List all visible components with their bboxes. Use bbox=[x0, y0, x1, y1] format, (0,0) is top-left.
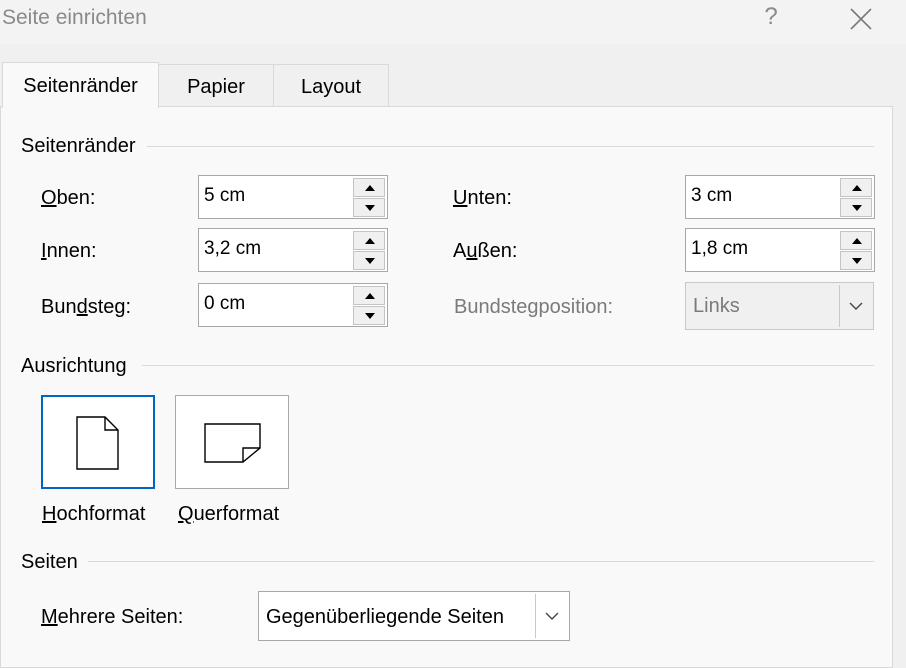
arrow-up-icon bbox=[365, 238, 375, 244]
arrow-up-icon bbox=[365, 185, 375, 191]
arrow-up-icon bbox=[852, 185, 862, 191]
multiple-pages-label: Mehrere Seiten: bbox=[41, 606, 184, 628]
top-margin-spinner[interactable]: 5 cm bbox=[198, 175, 388, 219]
inside-margin-value: 3,2 cm bbox=[204, 238, 262, 259]
bottom-margin-value: 3 cm bbox=[691, 185, 733, 206]
gutter-position-label: Bundstegposition: bbox=[454, 296, 614, 318]
pages-group-label: Seiten bbox=[21, 551, 78, 573]
outside-margin-label: Außen: bbox=[453, 240, 518, 262]
portrait-page-icon bbox=[76, 416, 119, 470]
tab-papier[interactable]: Papier bbox=[158, 64, 274, 108]
chevron-down-icon bbox=[849, 302, 863, 310]
inside-margin-label: Innen: bbox=[41, 240, 97, 262]
arrow-down-icon bbox=[365, 313, 375, 319]
top-margin-value: 5 cm bbox=[204, 185, 246, 206]
gutter-position-value: Links bbox=[693, 295, 740, 317]
help-button[interactable]: ? bbox=[756, 2, 786, 36]
gutter-position-dropdown: Links bbox=[685, 282, 874, 330]
close-icon bbox=[850, 8, 872, 30]
margins-divider bbox=[147, 146, 874, 147]
multiple-pages-dropdown[interactable]: Gegenüberliegende Seiten bbox=[258, 591, 570, 641]
arrow-down-icon bbox=[365, 205, 375, 211]
dialog-title: Seite einrichten bbox=[2, 6, 147, 29]
orientation-group-label: Ausrichtung bbox=[21, 355, 127, 377]
bottom-margin-label: Unten: bbox=[453, 187, 512, 209]
landscape-button[interactable] bbox=[175, 395, 289, 489]
top-margin-increment[interactable] bbox=[353, 178, 385, 197]
arrow-down-icon bbox=[365, 258, 375, 264]
multiple-pages-dropdown-button[interactable] bbox=[535, 594, 567, 638]
top-margin-label: Oben: bbox=[41, 187, 96, 209]
inside-margin-spinner[interactable]: 3,2 cm bbox=[198, 228, 388, 272]
bottom-margin-spinner[interactable]: 3 cm bbox=[685, 175, 875, 219]
top-margin-decrement[interactable] bbox=[353, 198, 385, 217]
multiple-pages-value: Gegenüberliegende Seiten bbox=[266, 606, 504, 628]
close-button[interactable] bbox=[845, 3, 877, 35]
arrow-down-icon bbox=[852, 205, 862, 211]
arrow-down-icon bbox=[852, 258, 862, 264]
bottom-margin-increment[interactable] bbox=[840, 178, 872, 197]
margins-group-label: Seitenränder bbox=[21, 135, 136, 157]
chevron-down-icon bbox=[545, 612, 559, 620]
portrait-label: Hochformat bbox=[42, 503, 146, 525]
pages-divider bbox=[88, 561, 874, 562]
outside-margin-decrement[interactable] bbox=[840, 251, 872, 270]
inside-margin-decrement[interactable] bbox=[353, 251, 385, 270]
gutter-value: 0 cm bbox=[204, 293, 246, 314]
inside-margin-increment[interactable] bbox=[353, 231, 385, 250]
tab-layout[interactable]: Layout bbox=[273, 64, 389, 108]
portrait-button[interactable] bbox=[41, 395, 155, 489]
outside-margin-spinner[interactable]: 1,8 cm bbox=[685, 228, 875, 272]
gutter-increment[interactable] bbox=[353, 286, 385, 305]
gutter-decrement[interactable] bbox=[353, 306, 385, 325]
gutter-label: Bundsteg: bbox=[41, 296, 132, 318]
outside-margin-value: 1,8 cm bbox=[691, 238, 749, 259]
bottom-margin-decrement[interactable] bbox=[840, 198, 872, 217]
outside-margin-increment[interactable] bbox=[840, 231, 872, 250]
landscape-page-icon bbox=[204, 423, 261, 463]
landscape-label: Querformat bbox=[178, 503, 280, 525]
gutter-spinner[interactable]: 0 cm bbox=[198, 283, 388, 327]
gutter-position-dropdown-button bbox=[839, 285, 871, 327]
orientation-divider bbox=[142, 365, 874, 366]
tab-seitenraender[interactable]: Seitenränder bbox=[2, 62, 159, 108]
title-bar: Seite einrichten ? bbox=[0, 0, 906, 44]
arrow-up-icon bbox=[852, 238, 862, 244]
arrow-up-icon bbox=[365, 293, 375, 299]
